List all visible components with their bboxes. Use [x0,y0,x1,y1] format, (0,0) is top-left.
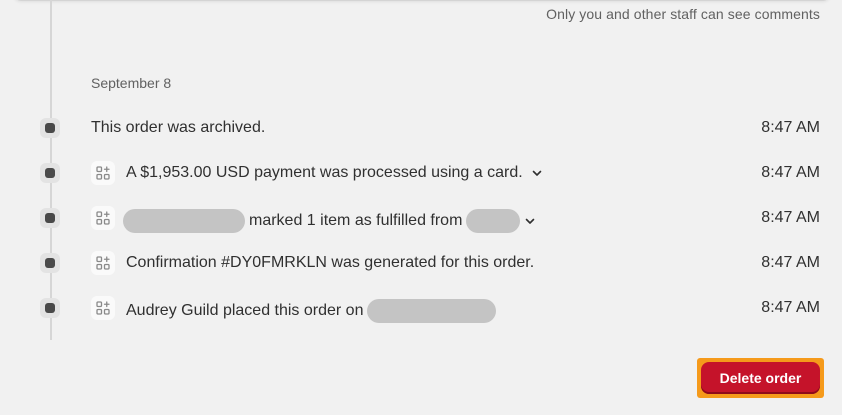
event-message: This order was archived. [91,119,266,136]
redacted-location [466,209,521,233]
event-time: 8:47 AM [761,119,820,136]
timeline-date-heading: September 8 [91,75,172,91]
timeline-event: Audrey Guild placed this order on 8:47 A… [0,293,842,323]
timeline-event: This order was archived. 8:47 AM [0,113,842,143]
event-text: Confirmation #DY0FMRKLN was generated fo… [126,254,534,272]
timeline-bullet-icon [40,118,60,138]
timeline-bullet-icon [40,253,60,273]
event-time: 8:47 AM [761,254,820,271]
timeline-bullet-icon [40,208,60,228]
event-text: marked 1 item as fulfilled from [123,209,536,233]
app-icon [91,251,115,275]
chevron-down-icon[interactable] [524,215,536,227]
timeline-event[interactable]: A $1,953.00 USD payment was processed us… [0,158,842,188]
event-message: Audrey Guild placed this order on [126,302,364,319]
delete-order-button[interactable]: Delete order [701,362,820,394]
timeline-event: Confirmation #DY0FMRKLN was generated fo… [0,248,842,278]
staff-only-note: Only you and other staff can see comment… [546,6,820,22]
app-icon [91,206,115,230]
timeline-bullet-icon [40,163,60,183]
redacted-channel [367,299,497,323]
app-icon [91,296,115,320]
event-message: marked 1 item as fulfilled from [249,212,463,229]
redacted-staff-name [123,209,245,233]
event-time: 8:47 AM [761,209,820,226]
app-icon [91,161,115,185]
event-message: A $1,953.00 USD payment was processed us… [126,164,523,181]
event-text: A $1,953.00 USD payment was processed us… [126,164,543,182]
event-message: Confirmation #DY0FMRKLN was generated fo… [126,254,535,271]
event-time: 8:47 AM [761,299,820,316]
chevron-down-icon[interactable] [531,167,543,179]
event-text: This order was archived. [91,119,265,137]
timeline-event[interactable]: marked 1 item as fulfilled from 8:47 AM [0,203,842,233]
timeline-bullet-icon [40,298,60,318]
event-time: 8:47 AM [761,164,820,181]
event-text: Audrey Guild placed this order on [126,299,497,323]
